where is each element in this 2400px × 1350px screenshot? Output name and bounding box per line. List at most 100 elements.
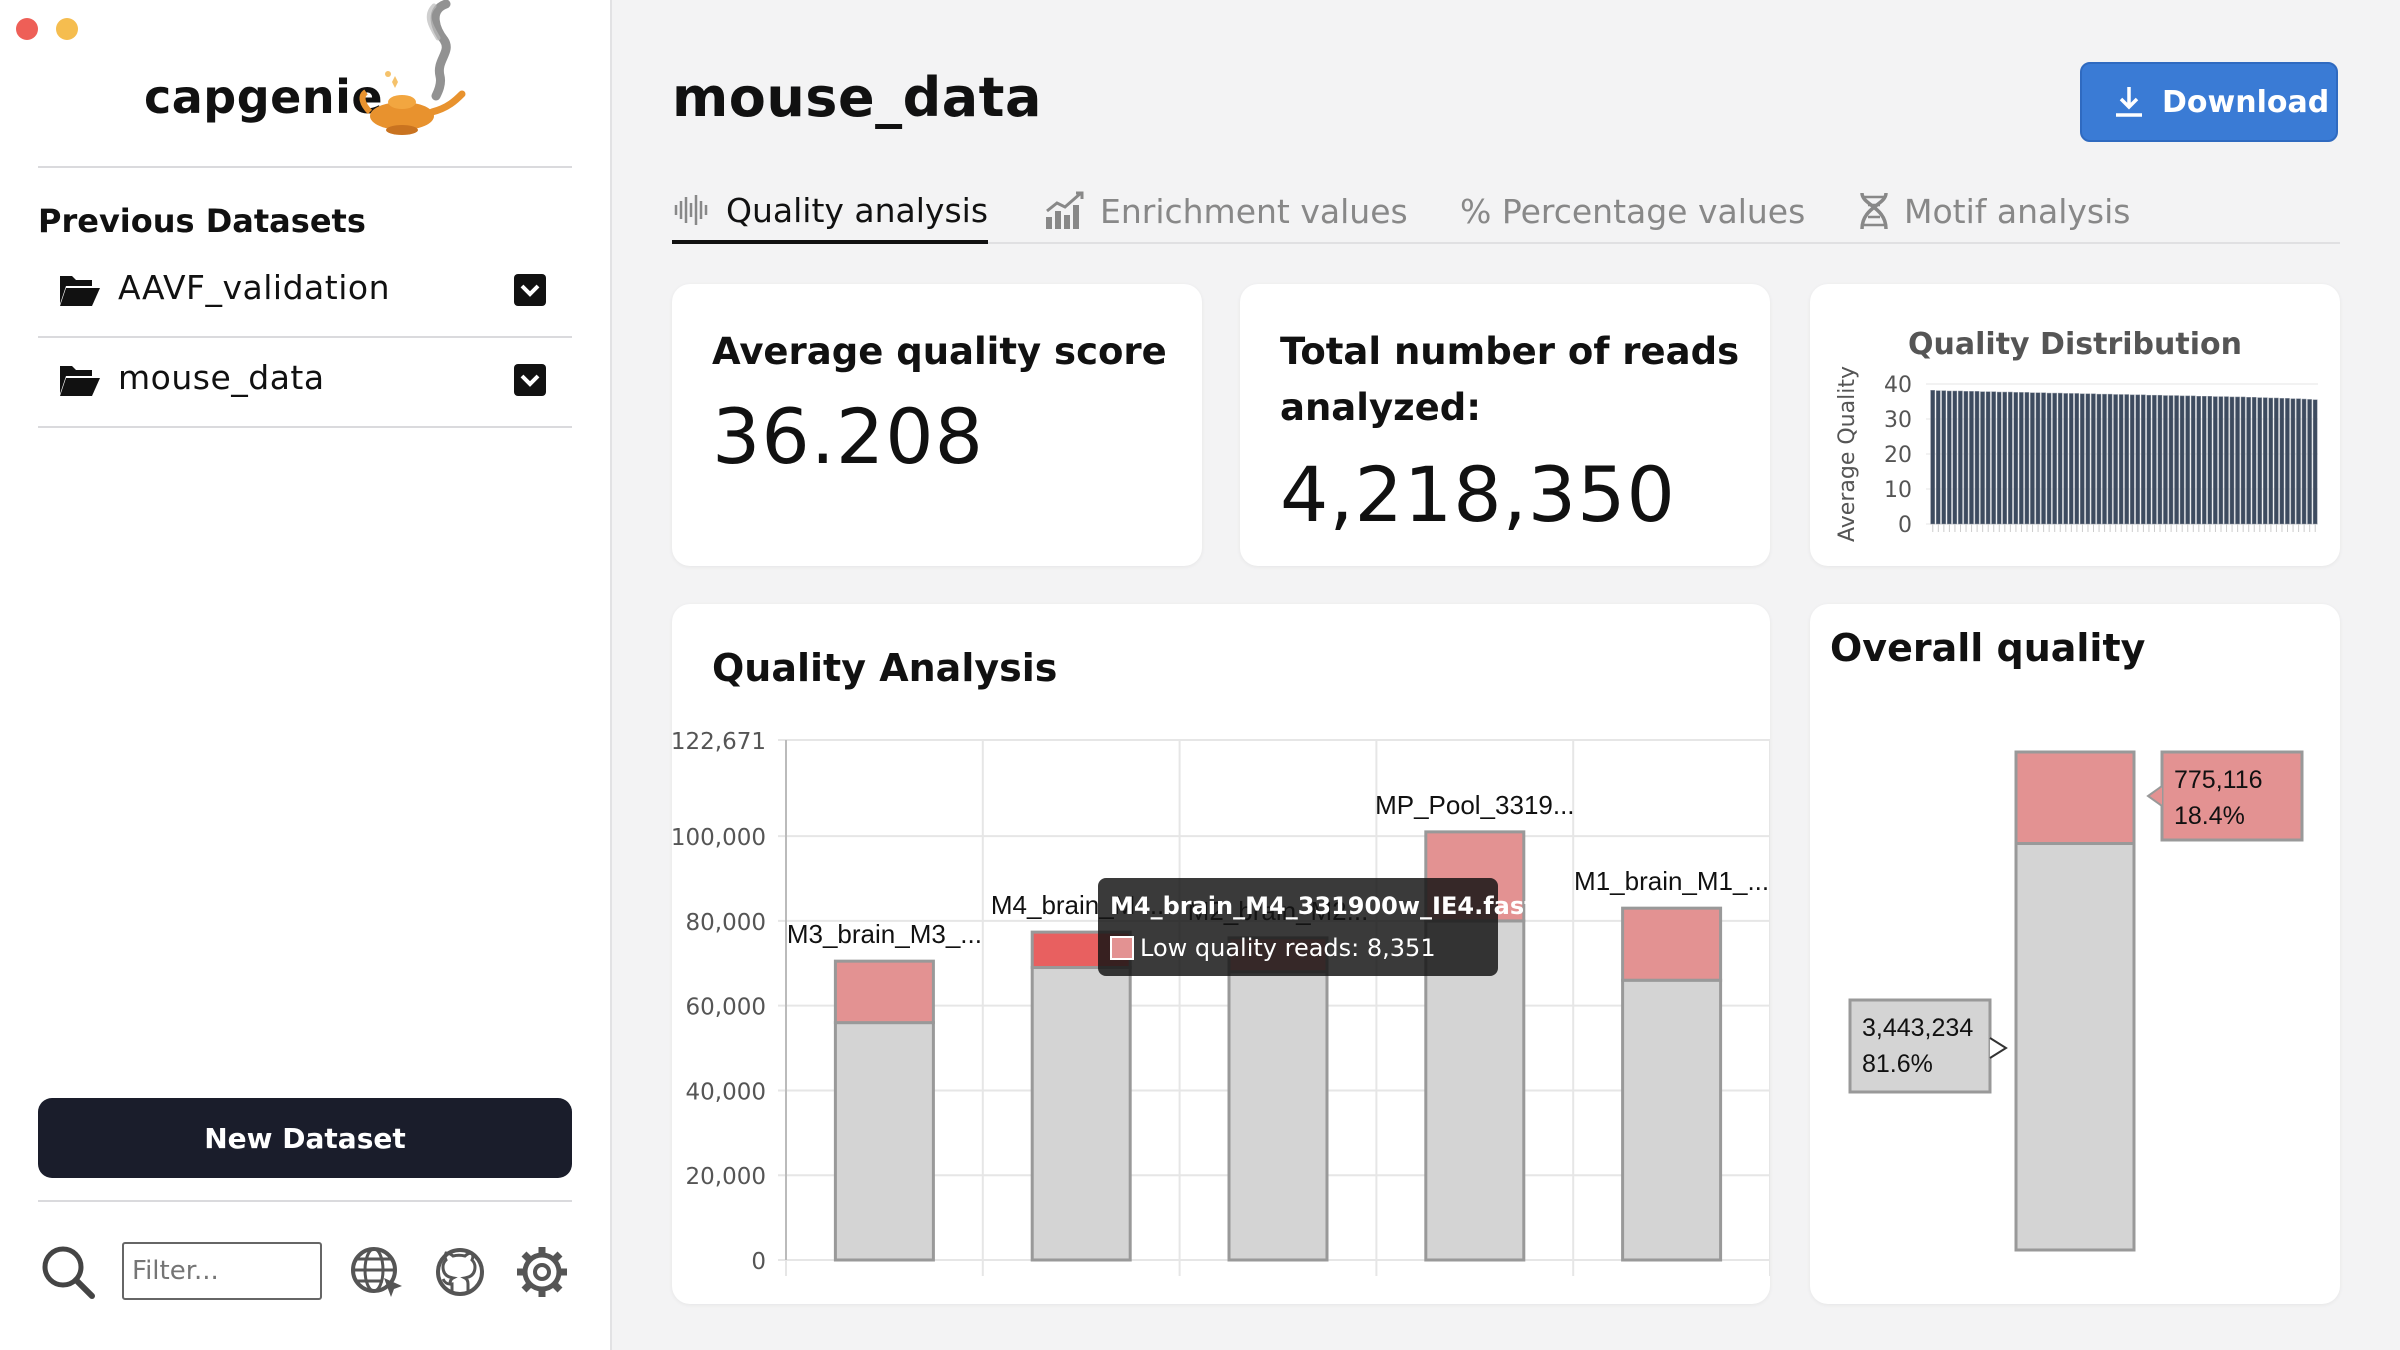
- bar-good-reads: [1621, 978, 1723, 1262]
- quality-bar: [1980, 391, 1985, 525]
- new-dataset-button[interactable]: New Dataset: [38, 1098, 572, 1178]
- sidebar: capgenie Previous Datasets AAVF_validati…: [0, 0, 612, 1350]
- overall-quality-chart: 775,116 18.4% 3,443,234 81.6%: [1848, 750, 2304, 1252]
- y-tick-label: 40: [1884, 373, 1912, 398]
- sidebar-toolbar: [38, 1232, 572, 1312]
- quality-bar: [2041, 392, 2046, 525]
- download-label: Download: [2162, 84, 2330, 120]
- quality-bar: [2157, 394, 2163, 525]
- quality-bar: [2185, 395, 2190, 525]
- quality-bar: [2285, 398, 2290, 525]
- bar-good-reads: [833, 1021, 935, 1262]
- quality-bar: [1963, 391, 1969, 525]
- annotation-value: 3,443,234: [1862, 1014, 1973, 1042]
- dataset-item-aavf-validation[interactable]: AAVF_validation: [38, 246, 572, 336]
- chart-title: Quality Distribution: [1908, 327, 2242, 362]
- quality-bar: [2096, 393, 2102, 525]
- quality-bar: [1985, 391, 1991, 525]
- quality-bar: [2168, 395, 2174, 525]
- app-window: capgenie Previous Datasets AAVF_validati…: [0, 0, 2400, 1350]
- app-logo-text: capgenie: [144, 70, 384, 124]
- tab-label: Enrichment values: [1100, 191, 1408, 231]
- y-tick-label: 122,671: [672, 729, 766, 755]
- quality-bar: [2262, 397, 2268, 525]
- dataset-item-mouse-data[interactable]: mouse_data: [38, 336, 572, 426]
- quality-bar: [2296, 398, 2301, 525]
- window-close-button[interactable]: [16, 18, 38, 40]
- quality-bar: [2135, 394, 2141, 525]
- quality-bar: [2218, 396, 2224, 525]
- globe-cursor-icon[interactable]: [348, 1242, 408, 1302]
- quality-bar: [2235, 396, 2240, 525]
- quality-bar: [2046, 392, 2052, 525]
- tab-motif-analysis[interactable]: Motif analysis: [1858, 180, 2131, 242]
- quality-bar: [2019, 392, 2024, 525]
- quality-bar: [2301, 398, 2307, 525]
- y-tick-label: 0: [751, 1249, 766, 1275]
- annotation-percent: 18.4%: [2174, 802, 2245, 830]
- quality-bar: [2102, 393, 2107, 525]
- settings-gear-icon[interactable]: [512, 1242, 572, 1302]
- search-icon[interactable]: [38, 1242, 98, 1302]
- y-tick-label: 20,000: [686, 1164, 766, 1190]
- quality-bar: [2091, 393, 2096, 525]
- y-axis-label: Average Quality: [1835, 366, 1860, 542]
- waveform-icon: [674, 195, 708, 225]
- quality-bar: [1991, 391, 1996, 525]
- dataset-label: AAVF_validation: [118, 268, 390, 307]
- quality-bar: [2080, 393, 2085, 525]
- quality-bar: [1941, 390, 1947, 525]
- sidebar-divider: [38, 166, 572, 168]
- chart-tooltip: M4_brain_M4_331900w_IE4.fastq Low qualit…: [1098, 878, 1553, 976]
- quality-bar: [2129, 394, 2135, 525]
- quality-bar: [2229, 396, 2235, 525]
- quality-bar: [2201, 396, 2207, 525]
- quality-bar: [2030, 392, 2035, 525]
- dna-icon: [1860, 192, 1888, 230]
- quality-bar: [2052, 392, 2057, 525]
- overall-quality-card: Overall quality 775,116 18.4% 3,443,234 81.…: [1810, 604, 2340, 1304]
- tab-quality-analysis[interactable]: Quality analysis: [672, 180, 989, 244]
- y-tick-label: 80,000: [686, 910, 766, 936]
- quality-distribution-chart: Quality Distribution Average Quality 0 10 20…: [1835, 327, 2318, 542]
- tab-label: Motif analysis: [1904, 191, 2131, 231]
- chevron-down-icon[interactable]: [514, 364, 546, 396]
- tab-percentage-values[interactable]: % Percentage values: [1460, 180, 1805, 242]
- total-reads-value: 4,218,350: [1280, 450, 1676, 539]
- quality-bar: [2118, 394, 2124, 525]
- quality-bar: [2240, 396, 2246, 525]
- tab-enrichment-values[interactable]: Enrichment values: [1044, 180, 1408, 242]
- dataset-label: mouse_data: [118, 358, 325, 397]
- window-minimize-button[interactable]: [56, 18, 78, 40]
- quality-bar: [2307, 399, 2312, 525]
- download-button[interactable]: Download: [2080, 62, 2338, 142]
- total-reads-label-2: analyzed:: [1280, 386, 1481, 429]
- quality-bar: [2146, 394, 2152, 525]
- quality-bar: [2085, 393, 2091, 525]
- folder-open-icon: [60, 366, 100, 396]
- tab-label: Quality analysis: [726, 190, 989, 230]
- quality-bar: [2140, 394, 2146, 525]
- bar-low-quality-reads: [2014, 750, 2136, 846]
- tooltip-title: M4_brain_M4_331900w_IE4.fastq: [1110, 892, 1553, 920]
- download-icon: [2116, 87, 2142, 117]
- tab-label: % Percentage values: [1460, 191, 1806, 231]
- quality-bar: [2190, 395, 2196, 525]
- annotation-pointer: [1989, 1037, 2008, 1059]
- github-icon[interactable]: [430, 1242, 490, 1302]
- quality-bar: [1946, 390, 1952, 525]
- quality-bar: [2152, 394, 2157, 525]
- y-tick-label: 20: [1884, 443, 1912, 468]
- quality-distribution-card: Quality Distribution Average Quality 0 10 20…: [1810, 284, 2340, 566]
- chevron-down-icon[interactable]: [514, 274, 546, 306]
- quality-bar: [2024, 392, 2030, 525]
- tab-bar: Quality analysis Enrichment values % Per…: [672, 180, 2340, 244]
- quality-bar: [2063, 393, 2069, 525]
- quality-bar: [2213, 396, 2218, 525]
- quality-bar: [1969, 391, 1974, 525]
- y-tick-label: 60,000: [686, 995, 766, 1021]
- quality-bar: [2290, 398, 2296, 525]
- y-tick-label: 30: [1884, 408, 1912, 433]
- filter-input[interactable]: [122, 1242, 322, 1300]
- tooltip-text: Low quality reads: 8,351: [1140, 934, 1436, 962]
